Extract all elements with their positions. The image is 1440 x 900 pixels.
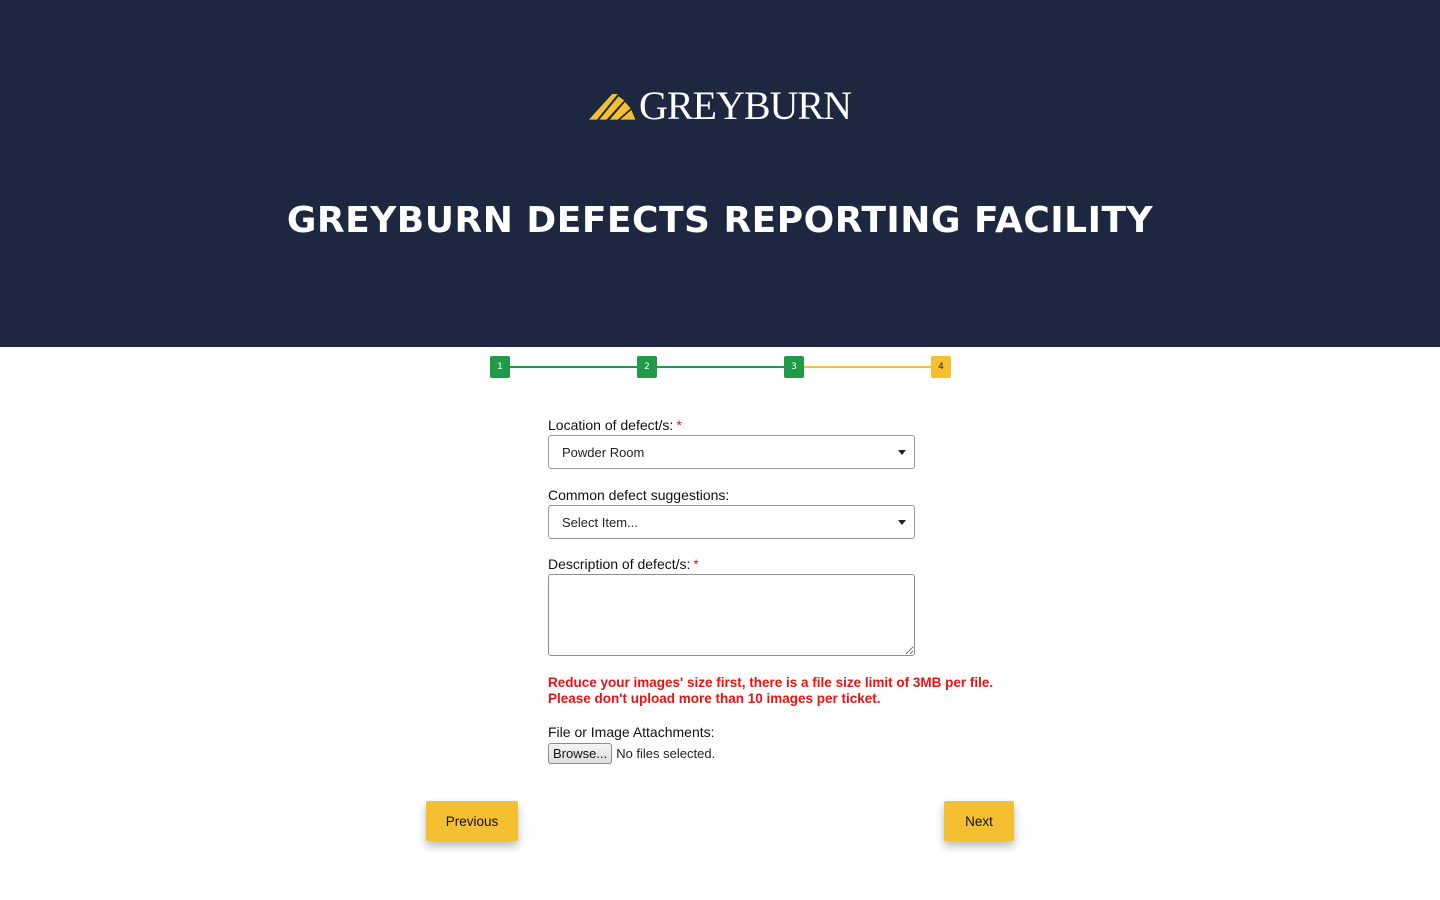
browse-button[interactable]: Browse... [548, 743, 613, 764]
step-3[interactable]: 3 [784, 356, 804, 378]
location-field: Location of defect/s: * Powder Room [548, 416, 915, 469]
brand-name: GREYBURN [638, 83, 852, 128]
description-label: Description of defect/s: * [548, 556, 699, 572]
logo-mark-icon [589, 94, 636, 120]
file-input: Browse... No files selected. [548, 743, 915, 764]
location-label-text: Location of defect/s: [548, 417, 674, 433]
upload-warning: Reduce your images' size first, there is… [548, 675, 993, 706]
page-title: GREYBURN DEFECTS REPORTING FACILITY [286, 200, 1154, 241]
attachments-field: File or Image Attachments: Browse... No … [548, 723, 915, 764]
step-4[interactable]: 4 [931, 356, 951, 378]
chevron-down-icon [898, 519, 906, 525]
description-label-text: Description of defect/s: [548, 556, 691, 572]
location-label: Location of defect/s: * [548, 417, 682, 433]
location-select[interactable]: Powder Room [548, 435, 915, 469]
suggestions-label: Common defect suggestions: [548, 487, 730, 503]
step-connector [804, 366, 931, 368]
step-1[interactable]: 1 [490, 356, 510, 378]
description-field: Description of defect/s: * [548, 555, 915, 661]
step-connector [657, 366, 784, 368]
required-mark: * [693, 556, 699, 572]
suggestions-select[interactable]: Select Item... [548, 505, 915, 539]
step-2[interactable]: 2 [637, 356, 657, 378]
page-header: GREYBURN GREYBURN DEFECTS REPORTING FACI… [0, 0, 1440, 347]
warning-line-2: Please don't upload more than 10 images … [548, 690, 881, 706]
defect-form: Location of defect/s: * Powder Room Commo… [548, 416, 993, 764]
step-connector [510, 366, 637, 368]
next-button[interactable]: Next [944, 801, 1014, 841]
suggestions-field: Common defect suggestions: Select Item..… [548, 486, 915, 539]
description-textarea[interactable] [548, 574, 915, 656]
progress-stepper: 1 2 3 4 [490, 356, 952, 380]
suggestions-select-value: Select Item... [562, 514, 638, 530]
file-status: No files selected. [616, 746, 716, 761]
greyburn-logo: GREYBURN [589, 83, 852, 128]
chevron-down-icon [898, 449, 906, 455]
required-mark: * [676, 417, 682, 433]
attachments-label: File or Image Attachments: [548, 724, 715, 740]
location-select-value: Powder Room [562, 444, 645, 460]
previous-button[interactable]: Previous [426, 801, 518, 841]
warning-line-1: Reduce your images' size first, there is… [548, 675, 994, 690]
